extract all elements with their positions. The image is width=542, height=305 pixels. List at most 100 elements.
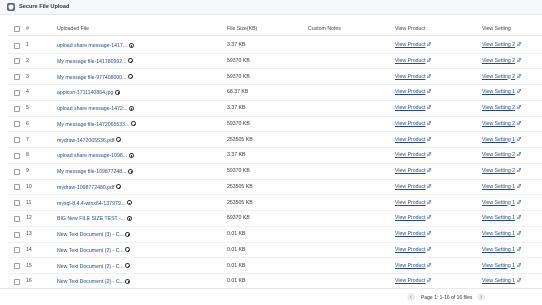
row-checkbox[interactable] [14,58,20,65]
file-name-link[interactable]: New Text Document (2) - C... [57,264,124,270]
view-setting-link[interactable]: View Setting 2 [482,105,515,111]
info-icon[interactable] [115,184,121,190]
info-icon[interactable] [126,200,132,206]
view-setting-link[interactable]: View Setting 1 [482,200,515,206]
view-product-link[interactable]: View Product [395,89,425,95]
view-product-link[interactable]: View Product [395,278,425,284]
file-name-link[interactable]: BIG New FILE SIZE TEST -... [57,216,125,222]
row-checkbox[interactable] [14,263,20,269]
file-name-link[interactable]: My message file-1472065533... [57,122,129,128]
view-product-link[interactable]: View Product [395,42,425,48]
file-name-link[interactable]: My message file-141780992... [57,59,127,65]
external-link-icon [517,73,521,78]
view-product-link[interactable]: View Product [395,58,425,64]
table-header-row: # Uploaded File File Size(KB) Custom Not… [8,22,542,36]
view-product-cell: View Product [395,184,432,190]
row-checkbox[interactable] [14,200,20,206]
info-icon[interactable] [128,74,133,80]
file-name-link[interactable]: appicon-1711140864.jpg [57,90,113,96]
row-checkbox[interactable] [14,137,20,143]
view-product-link[interactable]: View Product [395,121,425,127]
file-cell: My message file-141780992... [57,58,133,65]
info-icon[interactable] [114,89,120,95]
row-checkbox[interactable] [14,231,20,238]
column-header-uploaded-file[interactable]: Uploaded File [57,26,89,32]
file-name-link[interactable]: My message file-109877248... [57,169,127,175]
view-setting-cell: View Setting 2 [482,74,521,80]
row-checkbox[interactable] [14,105,20,112]
view-setting-link[interactable]: View Setting 1 [482,215,515,221]
info-icon[interactable] [115,137,121,143]
view-product-link[interactable]: View Product [395,137,425,143]
view-setting-link[interactable]: View Setting 2 [482,168,515,174]
view-product-link[interactable]: View Product [395,200,425,206]
info-icon[interactable] [125,231,131,237]
column-header-view-product[interactable]: View Product [395,26,425,32]
info-icon[interactable] [125,247,131,253]
row-checkbox[interactable] [14,278,20,285]
view-setting-link[interactable]: View Setting 2 [482,58,515,64]
column-header-file-size[interactable]: File Size(KB) [227,26,257,32]
view-product-link[interactable]: View Product [395,231,425,237]
file-name-link[interactable]: New Text Document (2) - C... [57,248,124,254]
view-setting-link[interactable]: View Setting 2 [482,152,515,158]
view-setting-cell: View Setting 1 [482,263,521,269]
info-icon[interactable] [128,152,134,158]
info-icon[interactable] [125,278,131,284]
view-setting-link[interactable]: View Setting 1 [482,137,515,143]
view-product-link[interactable]: View Product [395,168,425,174]
file-name-link[interactable]: mydraw-1098772480.pdf [57,185,114,191]
info-icon[interactable] [128,168,133,174]
row-checkbox[interactable] [14,89,20,96]
view-setting-link[interactable]: View Setting 2 [482,74,515,80]
external-link-icon [427,136,432,141]
view-product-link[interactable]: View Product [395,74,425,80]
row-checkbox[interactable] [14,42,20,49]
file-name-link[interactable]: upload share message-1472... [57,106,127,112]
view-product-link[interactable]: View Product [395,263,425,269]
file-name-link[interactable]: New Text Document (3) - C... [57,232,124,238]
file-size: 59370 KB [227,215,250,222]
info-icon[interactable] [128,42,134,48]
row-checkbox[interactable] [14,168,20,175]
view-product-link[interactable]: View Product [395,184,425,190]
file-name-link[interactable]: New Text Document (2) - C... [57,279,124,285]
view-product-link[interactable]: View Product [395,215,425,221]
view-setting-link[interactable]: View Setting 2 [482,121,515,127]
file-name-link[interactable]: My message file-977408000... [57,75,127,81]
file-name-link[interactable]: upload share message-1417... [57,43,127,49]
file-name-link[interactable]: mydraw-1472065536.pdf [57,138,114,144]
file-name-link[interactable]: mysql-8.4.4-winx64-137979... [57,201,125,207]
info-icon[interactable] [128,105,134,111]
row-checkbox[interactable] [14,184,20,191]
chevron-left-icon[interactable] [407,293,415,301]
column-header-custom-notes[interactable]: Custom Notes [308,26,341,32]
row-checkbox[interactable] [14,215,20,222]
view-product-link[interactable]: View Product [395,152,425,158]
column-header-view-setting[interactable]: View Setting [482,26,511,32]
chevron-right-icon[interactable] [477,293,485,301]
view-setting-link[interactable]: View Setting 2 [482,42,515,48]
view-setting-link[interactable]: View Setting 1 [482,89,515,95]
info-icon[interactable] [130,121,136,127]
file-size: 0.01 KB [227,246,246,253]
table-row: 14 New Text Document (2) - C... 0.01 KB Vie… [8,242,542,259]
info-icon[interactable] [126,215,132,221]
row-checkbox[interactable] [14,121,20,128]
row-checkbox[interactable] [14,152,20,159]
view-setting-link[interactable]: View Setting 1 [482,184,515,190]
info-icon[interactable] [125,263,131,269]
file-name-link[interactable]: upload share message-1098... [57,153,127,159]
view-setting-link[interactable]: View Setting 1 [482,247,515,253]
table-row: 5 upload share message-1472... 3.37 KB View… [8,101,542,117]
row-checkbox[interactable] [14,247,20,254]
info-icon[interactable] [128,58,133,64]
view-product-link[interactable]: View Product [395,247,425,253]
view-setting-link[interactable]: View Setting 1 [482,231,515,237]
row-checkbox[interactable] [14,74,20,80]
select-all-checkbox[interactable] [14,26,20,32]
view-setting-link[interactable]: View Setting 1 [482,278,515,284]
view-setting-cell: View Setting 2 [482,42,521,48]
view-product-link[interactable]: View Product [395,105,425,111]
view-setting-link[interactable]: View Setting 1 [482,263,515,269]
